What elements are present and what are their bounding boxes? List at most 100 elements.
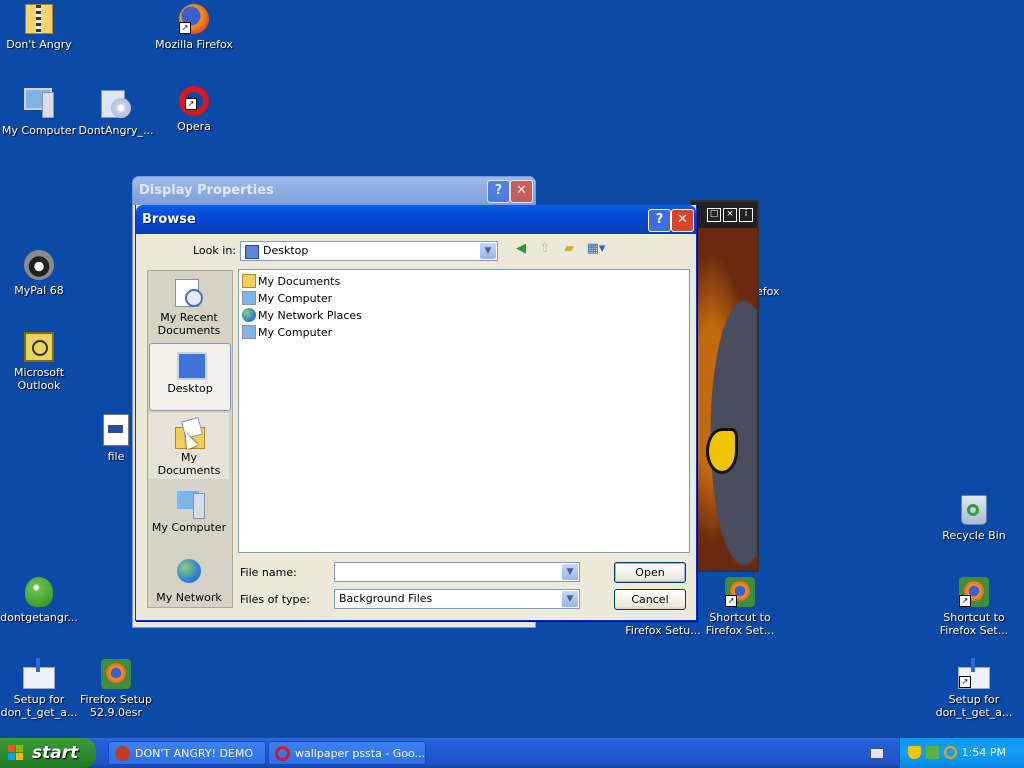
taskbar-item-dont-angry-demo[interactable]: DON'T ANGRY! DEMO — [108, 741, 266, 765]
desktop-icon-label: MyPal 68 — [14, 284, 64, 297]
clock[interactable]: 1:54 PM — [962, 746, 1006, 759]
browse-title: Browse — [136, 205, 696, 234]
recycle-bin-icon — [961, 495, 987, 525]
up-folder-icon[interactable]: ⇧ — [536, 240, 554, 258]
close-icon[interactable]: × — [723, 208, 737, 222]
file-name-input[interactable]: ▼ — [334, 562, 580, 582]
list-item[interactable]: My Documents — [242, 273, 340, 289]
firefox-setup-shortcut-icon: ↗ — [959, 577, 989, 607]
view-menu-icon[interactable]: ▦▾ — [584, 240, 608, 258]
search-icon[interactable] — [944, 746, 957, 759]
close-button[interactable]: ✕ — [510, 180, 533, 203]
zip-folder-icon — [25, 4, 53, 34]
place-label: Desktop — [167, 382, 213, 395]
file-type-label: Files of type: — [240, 593, 311, 606]
start-button[interactable]: start — [0, 738, 96, 768]
cancel-button[interactable]: Cancel — [614, 589, 686, 610]
desktop-icon-shortcut-firefox-setup-3[interactable]: ↗ Shortcut to Firefox Set... — [929, 577, 1019, 637]
new-folder-icon[interactable]: ▰ — [560, 240, 578, 258]
look-in-value: Desktop — [263, 244, 309, 257]
taskbar-item-wallpaper-browser[interactable]: wallpaper pssta - Goo... — [268, 741, 426, 765]
desktop-icon-recycle-bin[interactable]: Recycle Bin — [929, 495, 1019, 542]
maximize-icon[interactable]: □ — [707, 208, 721, 222]
desktop-icon-opera[interactable]: ↗ Opera — [149, 86, 239, 133]
file-name: My Computer — [258, 325, 333, 339]
game-window[interactable]: □ × i — [690, 200, 759, 572]
task-label: DON'T ANGRY! DEMO — [135, 747, 254, 760]
task-label: wallpaper pssta - Goo... — [295, 747, 426, 760]
desktop-icon-label: Setup for don_t_get_a... — [935, 693, 1013, 719]
help-button[interactable]: ? — [487, 180, 510, 203]
system-tray: 1:54 PM — [899, 738, 1024, 768]
desktop-icon-label: Shortcut to Firefox Set... — [705, 611, 775, 637]
desktop-icon-mozilla-firefox[interactable]: ↗ Mozilla Firefox — [149, 4, 239, 51]
place-my-network[interactable]: My Network — [149, 553, 229, 607]
computer-shortcut-icon — [242, 325, 256, 339]
my-computer-icon — [22, 86, 56, 120]
taskbar: start DON'T ANGRY! DEMO wallpaper pssta … — [0, 738, 1024, 768]
desktop-icon — [174, 348, 207, 380]
list-item[interactable]: My Network Places — [242, 307, 362, 323]
partial-desktop-label: efox — [756, 285, 780, 298]
list-item[interactable]: My Computer — [242, 290, 332, 306]
windows-logo-icon — [8, 745, 24, 761]
open-button[interactable]: Open — [614, 562, 686, 583]
file-name: My Documents — [258, 274, 341, 288]
desktop-icon-label: Mozilla Firefox — [155, 38, 233, 51]
desktop-icon-dont-angry[interactable]: Don't Angry — [0, 4, 84, 51]
computer-icon — [242, 291, 256, 305]
desktop-icon-label: dontgetangr... — [0, 611, 78, 624]
setup-download-icon — [23, 658, 55, 689]
firefox-setup-icon — [101, 659, 131, 689]
display-properties-title: Display Properties — [133, 177, 535, 205]
network-tray-icon[interactable] — [926, 746, 939, 759]
desktop-icon-label: Don't Angry — [6, 38, 72, 51]
look-in-select[interactable]: Desktop ▼ — [240, 241, 498, 261]
desktop-icon-shortcut-firefox-setup-2[interactable]: ↗ Shortcut to Firefox Set... — [695, 577, 785, 637]
back-icon[interactable]: ◀ — [512, 240, 530, 258]
network-globe-icon — [242, 308, 256, 322]
desktop-icon-label: DontAngry_... — [78, 124, 154, 137]
place-label: My Recent Documents — [157, 311, 221, 337]
place-my-computer[interactable]: My Computer — [149, 483, 229, 549]
place-desktop[interactable]: Desktop — [149, 343, 231, 411]
setup-download-icon: ↗ — [958, 658, 990, 689]
desktop-icon-label: Recycle Bin — [942, 529, 1006, 542]
file-type-select[interactable]: Background Files ▼ — [334, 589, 580, 609]
recent-documents-icon — [173, 277, 205, 309]
place-label: My Computer — [151, 521, 227, 534]
opera-icon: ↗ — [179, 86, 209, 116]
keyboard-icon[interactable] — [870, 748, 884, 759]
file-name: My Computer — [258, 291, 333, 305]
game-window-titlebar[interactable]: □ × i — [692, 202, 757, 228]
desktop-icon-label: Microsoft Outlook — [13, 366, 65, 392]
game-icon — [115, 746, 130, 761]
desktop-icon-mypal[interactable]: MyPal 68 — [0, 250, 84, 297]
game-character-icon — [25, 577, 53, 607]
security-shield-icon[interactable] — [908, 746, 921, 759]
desktop-icon-firefox-setup[interactable]: Firefox Setup 52.9.0esr — [71, 659, 161, 719]
info-icon[interactable]: i — [739, 208, 753, 222]
chevron-down-icon[interactable]: ▼ — [562, 591, 578, 607]
mypal-raccoon-icon — [24, 250, 54, 280]
desktop-icon-setup-dont-get-angry-2[interactable]: ↗ Setup for don_t_get_a... — [929, 658, 1019, 719]
file-name: My Network Places — [258, 308, 362, 322]
installer-cd-icon — [99, 86, 133, 120]
chevron-down-icon[interactable]: ▼ — [562, 564, 578, 580]
opera-icon — [275, 746, 290, 761]
firefox-icon: ↗ — [179, 4, 209, 34]
place-my-recent-documents[interactable]: My Recent Documents — [149, 273, 229, 339]
list-item[interactable]: My Computer — [242, 324, 332, 340]
text-file-icon — [103, 414, 129, 446]
desktop-icon-label: Opera — [177, 120, 211, 133]
help-button[interactable]: ? — [648, 209, 671, 232]
desktop-icon-dontangry-installer[interactable]: DontAngry_... — [71, 86, 161, 137]
file-list[interactable]: My Documents My Computer My Network Plac… — [238, 269, 690, 553]
desktop-small-icon — [245, 245, 259, 259]
look-in-label: Look in: — [193, 244, 236, 257]
desktop-icon-microsoft-outlook[interactable]: Microsoft Outlook — [0, 332, 84, 392]
close-button[interactable]: ✕ — [671, 209, 694, 232]
desktop-icon-dontgetangry[interactable]: dontgetangr... — [0, 577, 84, 624]
chevron-down-icon[interactable]: ▼ — [480, 243, 496, 259]
game-character-art — [692, 228, 757, 570]
